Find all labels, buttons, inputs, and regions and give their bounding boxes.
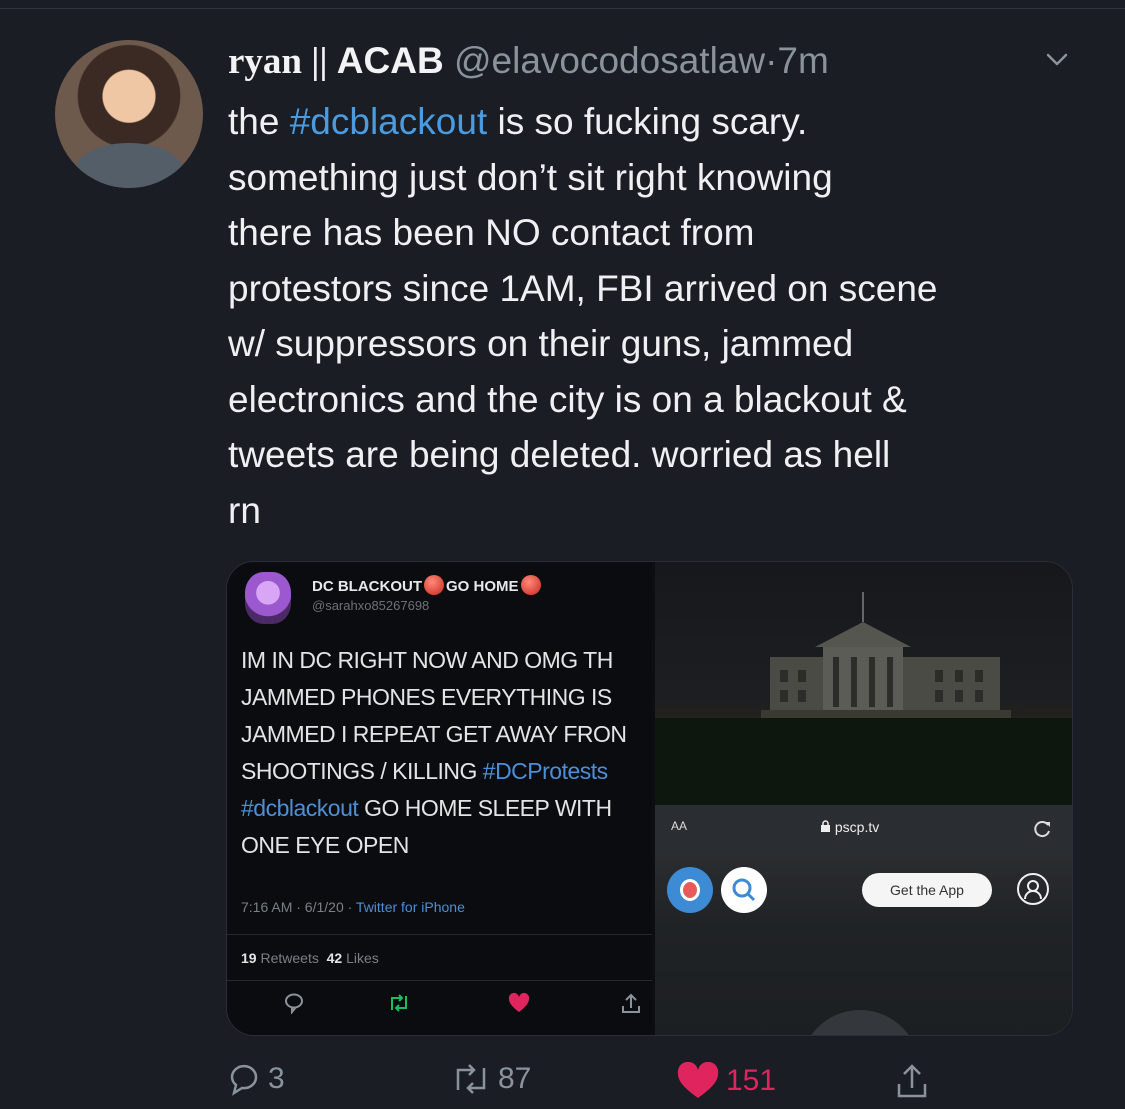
embedded-text-line: JAMMED PHONES EVERYTHING IS [241,684,612,710]
share-button[interactable] [895,1062,935,1100]
tweet-actions: 3 87 151 [0,1060,1125,1105]
chevron-down-icon[interactable] [1042,44,1072,74]
retweet-icon [391,994,407,1012]
periscope-app-area: Get the App [655,855,1072,1035]
embedded-timestamp: 7:16 AM · 6/1/20 · Twitter for iPhone [241,899,465,915]
tweet-text-line: something just don’t sit right knowing [228,156,833,198]
search-icon[interactable] [721,867,767,913]
hashtag-link[interactable]: #dcblackout [290,101,487,142]
user-handle[interactable]: @elavocodosatlaw [454,40,765,81]
embedded-tweet-screenshot[interactable]: DC BLACKOUT GO HOME @sarahxo85267698 IM I… [227,562,652,1035]
divider [227,980,652,981]
embedded-display-name: DC BLACKOUT GO HOME [312,575,543,595]
retweet-button[interactable]: 87 [450,1062,531,1096]
tweet-header: ryan || ACAB @elavocodosatlaw·7m [228,40,829,83]
profile-icon[interactable] [1017,873,1049,905]
embedded-text-line: ONE EYE OPEN [241,832,409,858]
embedded-text-line: JAMMED I REPEAT GET AWAY FRON [241,721,627,747]
tweet-text-line: there has been NO contact from [228,212,755,253]
separator: · [765,40,778,81]
reload-icon[interactable] [1031,817,1055,841]
embedded-text-line: #dcblackout GO HOME SLEEP WITH [241,795,612,821]
white-house-night-photo [655,562,1072,805]
hashtag-link[interactable]: #DCProtests [483,758,608,784]
like-button[interactable]: 151 [676,1062,776,1100]
embedded-handle: @sarahxo85267698 [312,598,430,613]
retweet-count: 87 [498,1062,532,1095]
tweet-text-line: electronics and the city is on a blackou… [228,378,907,420]
tweet-text: the #dcblackout is so fucking scary. some… [228,94,1088,538]
heart-icon [677,1062,719,1098]
retweet-icon [456,1064,486,1094]
tweet-text-line: rn [228,489,261,531]
share-icon [622,993,640,1013]
url-field[interactable]: pscp.tv [820,819,879,835]
embedded-actions [227,992,652,1022]
hashtag-link[interactable]: #dcblackout [241,795,359,821]
white-house-image [655,592,1072,805]
text-size-button[interactable]: AA [671,819,687,833]
record-button-arc [800,1010,920,1035]
top-divider [0,8,1125,9]
tweet-text-line: protestors since 1AM, FBI arrived on sce… [228,267,938,309]
embedded-counts: 19 Retweets 42 Likes [241,950,379,966]
embedded-tweet-text: IM IN DC RIGHT NOW AND OMG TH JAMMED PHON… [241,642,652,864]
periscope-logo-icon[interactable] [667,867,713,913]
tweet-text-line: tweets are being deleted. worried as hel… [228,434,891,475]
reply-icon [285,993,303,1014]
tweet-text-line: the #dcblackout is so fucking scary. [228,101,808,142]
embedded-text-line: SHOOTINGS / KILLING #DCProtests [241,758,608,784]
display-name[interactable]: ryan || ACAB [228,40,444,82]
lock-icon [821,820,830,832]
reply-count: 3 [268,1062,285,1095]
reply-button[interactable]: 3 [228,1062,285,1096]
share-icon [897,1064,927,1098]
tweet-time[interactable]: 7m [777,40,828,81]
like-count: 151 [726,1064,777,1097]
get-the-app-button[interactable]: Get the App [862,873,992,907]
embedded-avatar [245,572,291,624]
tweet-media[interactable]: DC BLACKOUT GO HOME @sarahxo85267698 IM I… [226,561,1073,1036]
periscope-screenshot[interactable]: AA pscp.tv Get the App [655,562,1072,1035]
embedded-text-line: IM IN DC RIGHT NOW AND OMG TH [241,647,613,673]
browser-address-bar[interactable]: AA pscp.tv [655,805,1072,855]
tweet-text-line: w/ suppressors on their guns, jammed [228,323,854,364]
divider [227,934,652,935]
avatar[interactable] [55,40,203,188]
red-circle-icon [520,575,541,595]
red-circle-icon [424,575,444,595]
heart-icon [508,992,530,1012]
reply-icon [230,1064,258,1096]
